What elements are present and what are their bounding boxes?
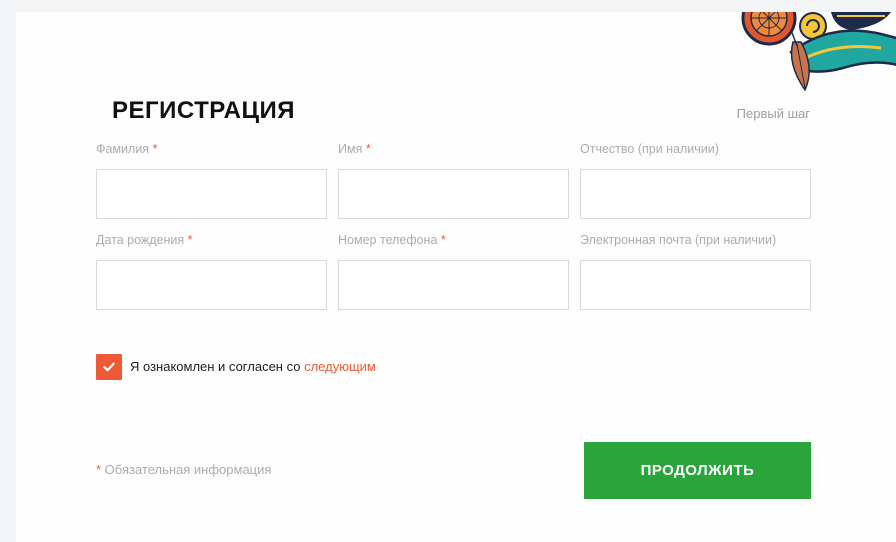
- field-label: Номер телефона *: [338, 233, 446, 247]
- required-note: * Обязательная информация: [96, 462, 272, 477]
- field-first-name: Имя *: [338, 140, 569, 219]
- continue-button[interactable]: ПРОДОЛЖИТЬ: [584, 442, 811, 499]
- field-label: Имя *: [338, 142, 371, 156]
- field-label: Электронная почта (при наличии): [580, 233, 777, 247]
- field-last-name: Фамилия *: [96, 140, 327, 219]
- step-indicator: Первый шаг: [736, 106, 810, 121]
- first-name-input[interactable]: [338, 169, 569, 219]
- agreement-text: Я ознакомлен и согласен со следующим: [130, 359, 376, 374]
- field-label: Отчество (при наличии): [580, 142, 719, 156]
- patronymic-input[interactable]: [580, 169, 811, 219]
- field-label: Фамилия *: [96, 142, 158, 156]
- page-title: РЕГИСТРАЦИЯ: [112, 97, 296, 124]
- field-label: Дата рождения *: [96, 233, 193, 247]
- last-name-input[interactable]: [96, 169, 327, 219]
- decorative-ornament-icon: [731, 12, 896, 94]
- field-patronymic: Отчество (при наличии): [580, 140, 811, 219]
- field-phone: Номер телефона *: [338, 231, 569, 310]
- field-birth-date: Дата рождения *: [96, 231, 327, 310]
- agreement-link[interactable]: следующим: [304, 359, 376, 374]
- email-input[interactable]: [580, 260, 811, 310]
- birth-date-input[interactable]: [96, 260, 327, 310]
- field-email: Электронная почта (при наличии): [580, 231, 811, 310]
- agreement-checkbox[interactable]: [96, 354, 122, 380]
- phone-input[interactable]: [338, 260, 569, 310]
- checkmark-icon: [103, 362, 115, 372]
